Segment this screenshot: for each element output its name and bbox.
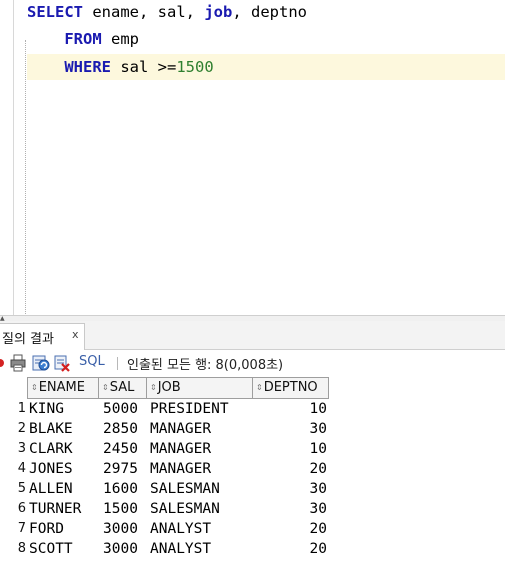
cell-ename[interactable]: TURNER [29,499,99,519]
tab-query-result[interactable]: 질의 결과 x [0,323,85,350]
cell-job[interactable]: SALESMAN [150,499,254,519]
code-line-1[interactable]: SELECT ename, sal, job, deptno [27,0,307,25]
cell-sal[interactable]: 3000 [103,519,147,539]
sql-keyword: job [204,3,233,21]
row-number: 6 [17,501,26,516]
sort-icon[interactable]: ⇕ [31,383,38,392]
cell-job[interactable]: ANALYST [150,519,254,539]
cell-sal[interactable]: 3000 [103,539,147,559]
cell-sal[interactable]: 1600 [103,479,147,499]
cell-ename[interactable]: JONES [29,459,99,479]
cell-job[interactable]: PRESIDENT [150,399,254,419]
cell-job[interactable]: MANAGER [150,439,254,459]
sql-text: sal >= [111,58,177,76]
row-number: 7 [17,521,26,536]
column-header-job[interactable]: ⇕JOB [146,377,253,399]
row-number: 3 [17,441,26,456]
sql-text: ename, sal, [83,3,205,21]
cell-sal[interactable]: 2850 [103,419,147,439]
row-number: 5 [17,481,26,496]
cell-sal[interactable]: 2975 [103,459,147,479]
cell-ename[interactable]: FORD [29,519,99,539]
sort-icon[interactable]: ⇕ [150,383,157,392]
cell-deptno[interactable]: 30 [256,419,327,439]
cell-ename[interactable]: KING [29,399,99,419]
sql-keyword: FROM [64,30,102,48]
column-header-deptno[interactable]: ⇕DEPTNO [252,377,329,399]
code-line-2[interactable]: FROM emp [27,26,139,52]
cell-job[interactable]: SALESMAN [150,479,254,499]
cell-ename[interactable]: SCOTT [29,539,99,559]
fetch-status: 인출된 모든 행: 8(0,008초) [127,358,284,373]
tab-label: 질의 결과 [2,332,54,347]
cell-deptno[interactable]: 30 [256,499,327,519]
pin-icon[interactable] [0,359,4,367]
cell-sal[interactable]: 1500 [103,499,147,519]
sql-keyword: SELECT [27,3,83,21]
sql-text: emp [101,30,139,48]
row-number: 2 [17,421,26,436]
indent-guide [25,40,26,316]
sql-text: , deptno [232,3,307,21]
close-icon[interactable]: x [72,328,79,341]
cell-ename[interactable]: BLAKE [29,419,99,439]
cell-deptno[interactable]: 20 [256,519,327,539]
code-line-3-current[interactable]: WHERE sal >=1500 [27,54,505,80]
row-number: 4 [17,461,26,476]
cell-job[interactable]: ANALYST [150,539,254,559]
row-number: 1 [17,401,26,416]
column-header-sal[interactable]: ⇕SAL [98,377,147,399]
sort-icon[interactable]: ⇕ [256,383,263,392]
print-icon[interactable] [10,354,26,372]
cell-ename[interactable]: CLARK [29,439,99,459]
cell-deptno[interactable]: 20 [256,539,327,559]
cell-sal[interactable]: 5000 [103,399,147,419]
cell-ename[interactable]: ALLEN [29,479,99,499]
sql-button[interactable]: SQL [79,354,105,369]
clear-icon[interactable] [54,354,70,372]
column-header-ename[interactable]: ⇕ENAME [27,377,99,399]
results-toolbar: SQL 인출된 모든 행: 8(0,008초) [0,350,505,376]
cell-deptno[interactable]: 20 [256,459,327,479]
cell-deptno[interactable]: 30 [256,479,327,499]
cell-sal[interactable]: 2450 [103,439,147,459]
sql-number: 1500 [176,58,214,76]
editor-gutter [0,0,14,316]
sql-keyword: WHERE [64,58,111,76]
cell-job[interactable]: MANAGER [150,459,254,479]
results-tabbar: 질의 결과 x [0,321,505,350]
toolbar-separator [117,357,118,370]
refresh-icon[interactable] [32,354,50,372]
cell-deptno[interactable]: 10 [256,439,327,459]
sort-icon[interactable]: ⇕ [102,383,109,392]
row-number: 8 [17,541,26,556]
cell-job[interactable]: MANAGER [150,419,254,439]
sql-editor[interactable]: SELECT ename, sal, job, deptno FROM emp … [0,0,505,316]
cell-deptno[interactable]: 10 [256,399,327,419]
